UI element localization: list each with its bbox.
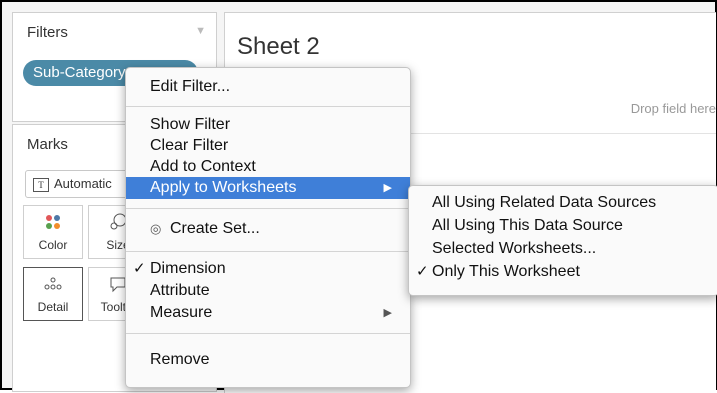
menu-item-label: Dimension	[150, 260, 226, 277]
menu-item-label: Attribute	[150, 282, 210, 299]
menu-item-label: Show Filter	[150, 116, 231, 133]
mark-type-value: Automatic	[54, 176, 112, 191]
checkmark-icon: ✓	[133, 260, 146, 277]
menu-item-edit-filter[interactable]: Edit Filter...	[126, 76, 410, 98]
color-mark-button[interactable]: Color	[23, 205, 83, 259]
menu-item-label: Apply to Worksheets	[150, 179, 297, 196]
submenu-arrow-icon: ▶	[383, 307, 392, 319]
sheet-title[interactable]: Sheet 2	[237, 33, 320, 61]
menu-item-clear-filter[interactable]: Clear Filter	[126, 135, 410, 157]
filters-menu-caret-icon[interactable]: ▼	[195, 25, 206, 37]
drop-field-hint: Drop field here	[630, 101, 716, 116]
menu-item-label: Clear Filter	[150, 137, 229, 154]
submenu-item-related-data-sources[interactable]: All Using Related Data Sources	[409, 192, 717, 214]
menu-item-create-set[interactable]: ◎ Create Set...	[126, 218, 410, 240]
submenu-item-label: Only This Worksheet	[432, 263, 580, 280]
menu-separator	[126, 208, 410, 209]
submenu-item-label: Selected Worksheets...	[432, 240, 597, 257]
create-set-icon: ◎	[150, 221, 162, 236]
color-label: Color	[38, 238, 68, 252]
submenu-item-label: All Using Related Data Sources	[432, 194, 657, 211]
menu-item-apply-to-worksheets[interactable]: Apply to Worksheets ▶	[126, 177, 410, 199]
submenu-item-label: All Using This Data Source	[432, 217, 623, 234]
submenu-arrow-icon: ▶	[383, 182, 392, 194]
menu-item-show-filter[interactable]: Show Filter	[126, 114, 410, 136]
menu-item-label-wrap: ◎ Create Set...	[150, 218, 260, 240]
detail-icon	[24, 274, 82, 298]
color-icon	[24, 212, 82, 236]
menu-separator	[126, 251, 410, 252]
submenu-item-selected-worksheets[interactable]: Selected Worksheets...	[409, 238, 717, 260]
menu-item-measure[interactable]: Measure ▶	[126, 302, 410, 324]
checkmark-icon: ✓	[416, 263, 429, 280]
menu-item-remove[interactable]: Remove	[126, 349, 410, 371]
apply-to-worksheets-submenu: All Using Related Data Sources All Using…	[408, 185, 717, 296]
menu-separator	[126, 333, 410, 334]
menu-item-label: Add to Context	[150, 158, 256, 175]
filters-title: Filters	[27, 24, 68, 41]
menu-item-label: Remove	[150, 351, 210, 368]
menu-item-label: Edit Filter...	[150, 78, 231, 95]
menu-separator	[126, 106, 410, 107]
submenu-item-only-this-worksheet[interactable]: ✓ Only This Worksheet	[409, 261, 717, 283]
menu-item-dimension[interactable]: ✓ Dimension	[126, 258, 410, 280]
marks-title: Marks	[27, 136, 68, 153]
menu-item-label: Create Set...	[170, 220, 260, 237]
menu-item-add-to-context[interactable]: Add to Context	[126, 156, 410, 178]
detail-label: Detail	[37, 300, 69, 314]
menu-item-label: Measure	[150, 304, 213, 321]
menu-item-attribute[interactable]: Attribute	[126, 280, 410, 302]
submenu-item-this-data-source[interactable]: All Using This Data Source	[409, 215, 717, 237]
text-mark-icon: T	[33, 177, 49, 192]
detail-mark-button[interactable]: Detail	[23, 267, 83, 321]
filter-context-menu: Edit Filter... Show Filter Clear Filter …	[125, 67, 411, 388]
